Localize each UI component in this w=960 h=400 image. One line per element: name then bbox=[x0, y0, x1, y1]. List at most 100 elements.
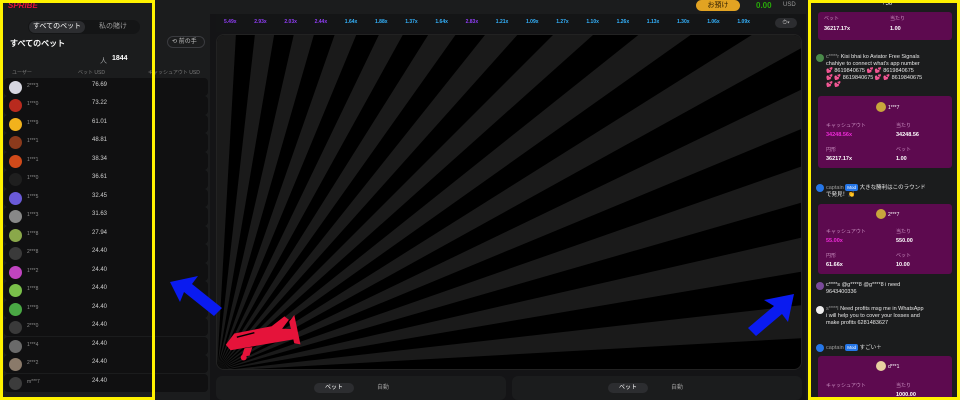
history-menu-button[interactable]: ⏱▾ bbox=[775, 18, 797, 28]
bet-username: m***7 bbox=[27, 378, 40, 385]
card-value: 34248.56x bbox=[826, 132, 852, 138]
tab-all-bets[interactable]: すべてのベット bbox=[29, 21, 85, 33]
bet-amount: 76.69 bbox=[92, 82, 108, 88]
avatar bbox=[9, 99, 22, 113]
multiplier-value[interactable]: 1.88x bbox=[375, 19, 388, 25]
bet-panel-1: ベット 自動 bbox=[216, 376, 506, 400]
shared-bet-user: 2***7 bbox=[888, 212, 900, 218]
card-value: 36217.17x bbox=[826, 156, 852, 162]
avatar bbox=[9, 210, 22, 224]
arrow-right-icon bbox=[748, 294, 794, 336]
multiplier-value[interactable]: 1.06x bbox=[707, 19, 720, 25]
bet-username: 2***0 bbox=[27, 323, 39, 330]
bet-amount: 61.01 bbox=[92, 118, 108, 125]
multiplier-value[interactable]: 1.10x bbox=[586, 19, 599, 25]
chat-message-line: make profits 6281483627 bbox=[826, 320, 889, 326]
bet-amount: 31.63 bbox=[92, 211, 108, 218]
multiplier-value[interactable]: 1.13x bbox=[647, 19, 660, 25]
chat-shared-bet-card: 2***7 キャッシュアウト 55.00x 当たり 550.00 円形 61.6… bbox=[818, 204, 952, 274]
table-row: 2***2 24.40 bbox=[4, 355, 208, 374]
avatar bbox=[816, 54, 824, 62]
bet-username: 2***3 bbox=[27, 83, 39, 89]
chat-message: c****s @g****8 @g****8 i need 9643400336 bbox=[826, 282, 954, 296]
chat-panel: +50 ベット 36217.17x 当たり 1.00 c****r Kisi b… bbox=[806, 0, 960, 400]
card-label: 当たり bbox=[896, 123, 912, 129]
chat-message-text: で発見！👏 bbox=[826, 192, 855, 198]
bet-username: 1***9 bbox=[27, 304, 39, 311]
balance-value: 0.00 bbox=[756, 1, 772, 10]
previous-hand-label: 前の手 bbox=[178, 39, 197, 45]
chat-message-line: Need profits msg me in WhatsApp bbox=[840, 306, 924, 312]
game-canvas bbox=[216, 34, 802, 370]
bet-amount: 48.81 bbox=[92, 137, 108, 144]
card-value: 1000.00 bbox=[896, 392, 916, 398]
bets-panel: すべてのベット 私の賭け すべてのベット ⟲ 前の手 人 1844 ユーザー ベ… bbox=[0, 14, 210, 400]
previous-hand-button[interactable]: ⟲ 前の手 bbox=[167, 36, 205, 48]
card-label: 円形 bbox=[826, 147, 837, 153]
bet-amount: 24.40 bbox=[92, 359, 108, 366]
multiplier-history: 5.49x 2.93x 2.03x 2.44x 1.64x 1.88x 1.37x 1.64x… bbox=[216, 14, 802, 32]
avatar bbox=[9, 247, 22, 261]
multiplier-value[interactable]: 2.93x bbox=[254, 19, 267, 25]
table-row: 1***5 32.45 bbox=[4, 188, 208, 208]
multiplier-value[interactable]: 2.44x bbox=[315, 19, 328, 25]
avatar bbox=[816, 344, 824, 352]
chat-message: c****r Kisi bhai ko Aviator Free Signals… bbox=[826, 54, 956, 89]
chat-username: s****l bbox=[826, 306, 839, 312]
bets-tabs: すべてのベット 私の賭け bbox=[28, 20, 140, 34]
card-value: 1.00 bbox=[896, 156, 907, 162]
card-value: 34248.56 bbox=[896, 132, 919, 138]
column-user: ユーザー bbox=[12, 70, 32, 76]
multiplier-value[interactable]: 1.09x bbox=[526, 19, 539, 25]
chat-message-line: chahiye to connect what's app number bbox=[826, 61, 920, 67]
table-row: 2***0 24.40 bbox=[4, 318, 208, 337]
chat-username: captain bbox=[826, 185, 844, 191]
auto-tab-2[interactable]: 自動 bbox=[662, 383, 692, 393]
bet-username: 1***9 bbox=[27, 119, 39, 126]
card-label: 当たり bbox=[896, 229, 912, 235]
card-value: 36217.17x bbox=[824, 26, 850, 32]
multiplier-value[interactable]: 1.37x bbox=[405, 19, 418, 25]
table-row: 1***1 48.81 bbox=[4, 133, 208, 152]
multiplier-value[interactable]: 1.27x bbox=[556, 19, 569, 25]
table-row: 1***1 38.34 bbox=[4, 151, 208, 171]
card-label: ベット bbox=[824, 16, 840, 22]
tab-my-bets[interactable]: 私の賭け bbox=[86, 21, 140, 33]
bet-tab-2[interactable]: ベット bbox=[608, 383, 648, 393]
table-row: 1***8 27.94 bbox=[4, 225, 208, 245]
multiplier-value[interactable]: 1.09x bbox=[737, 19, 750, 25]
players-count-prefix: 人 bbox=[100, 58, 107, 65]
bet-amount: 24.40 bbox=[92, 377, 108, 384]
multiplier-value[interactable]: 1.30x bbox=[677, 19, 690, 25]
app-logo: SPRIBE bbox=[8, 1, 38, 10]
multiplier-value[interactable]: 1.26x bbox=[617, 19, 630, 25]
multiplier-value[interactable]: 1.21x bbox=[496, 19, 509, 25]
bet-amount: 24.40 bbox=[92, 322, 108, 329]
table-row: 2***8 24.40 bbox=[4, 244, 208, 263]
table-row: 1***0 73.22 bbox=[4, 96, 208, 115]
avatar bbox=[816, 184, 824, 192]
card-value: 550.00 bbox=[896, 238, 913, 244]
bets-list: 2***3 76.69 1***0 73.22 1***9 61.01 1***1 48.81… bbox=[4, 78, 208, 392]
multiplier-value[interactable]: 2.03x bbox=[284, 19, 297, 25]
bet-tab-1[interactable]: ベット bbox=[314, 383, 354, 393]
shared-bet-user: 1***7 bbox=[888, 105, 900, 111]
multiplier-value[interactable]: 2.83x bbox=[466, 19, 479, 25]
chat-shared-bet-card: 1***7 キャッシュアウト 34248.56x 当たり 34248.56 円形… bbox=[818, 96, 952, 168]
deposit-button[interactable]: お預け bbox=[696, 0, 740, 11]
all-bets-title: すべてのベット bbox=[10, 39, 66, 48]
multiplier-value[interactable]: 1.64x bbox=[435, 19, 448, 25]
avatar bbox=[9, 358, 22, 372]
avatar bbox=[9, 265, 22, 279]
bet-controls: ベット 自動 ベット 自動 bbox=[216, 372, 802, 400]
card-value: 55.00x bbox=[826, 238, 843, 244]
card-value: 1.00 bbox=[890, 26, 901, 32]
card-label: 円形 bbox=[826, 253, 837, 259]
card-label: キャッシュアウト bbox=[826, 123, 866, 129]
card-label: 当たり bbox=[890, 16, 906, 22]
avatar bbox=[816, 282, 824, 290]
multiplier-value[interactable]: 1.64x bbox=[345, 19, 358, 25]
bet-username: 2***8 bbox=[27, 249, 39, 256]
multiplier-value[interactable]: 5.49x bbox=[224, 19, 237, 25]
auto-tab-1[interactable]: 自動 bbox=[368, 383, 398, 393]
